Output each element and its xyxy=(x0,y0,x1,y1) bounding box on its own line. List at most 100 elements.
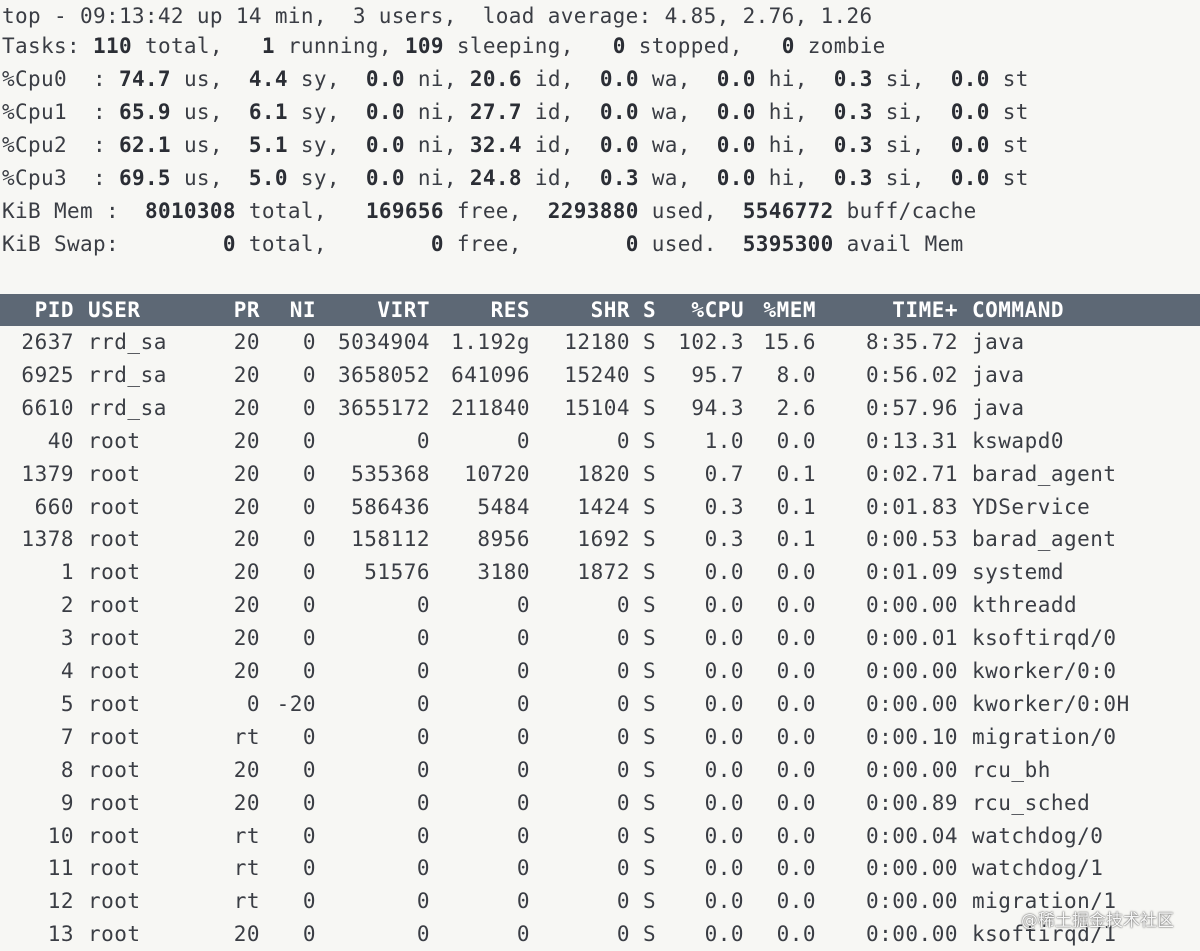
row-pr: 20 xyxy=(233,790,260,815)
header-cpu[interactable]: %CPU xyxy=(668,294,744,326)
table-row[interactable]: 4 root 20 0 0 0 0 S 0.0 0.0 0:00.00 kworker/0:0 xyxy=(0,655,1200,688)
cpu-ni-value: 0.0 xyxy=(365,166,405,190)
mem-line: KiB Mem : 8010308 total, 169656 free, 22… xyxy=(2,195,977,228)
row-pr: 20 xyxy=(233,461,260,486)
header-user[interactable]: USER xyxy=(88,294,178,326)
header-pr[interactable]: PR xyxy=(214,294,260,326)
tasks-line: Tasks: 110 total, 1 running, 109 sleepin… xyxy=(2,30,886,63)
row-ni: 0 xyxy=(302,362,316,387)
cpu-id-unit: id, xyxy=(534,166,574,190)
row-shr: 0 xyxy=(616,428,630,453)
row-mem: 0.0 xyxy=(776,593,816,618)
row-res: 0 xyxy=(516,593,530,618)
row-user: root xyxy=(88,560,141,585)
header-mem[interactable]: %MEM xyxy=(752,294,816,326)
table-row[interactable]: 7 root rt 0 0 0 0 S 0.0 0.0 0:00.10 migration/0 xyxy=(0,721,1200,754)
row-shr: 0 xyxy=(616,757,630,782)
row-res: 0 xyxy=(516,790,530,815)
row-res: 0 xyxy=(516,626,530,651)
table-row[interactable]: 1 root 20 0 51576 3180 1872 S 0.0 0.0 0:01.09 syste… xyxy=(0,556,1200,589)
table-row[interactable]: 10 root rt 0 0 0 0 S 0.0 0.0 0:00.04 watchdog/0 xyxy=(0,820,1200,853)
table-row[interactable]: 6925 rrd_sa 20 0 3658052 641096 15240 S 95.7 8.0 0… xyxy=(0,359,1200,392)
row-command: kthreadd xyxy=(972,593,1078,618)
tasks-label: Tasks: xyxy=(2,34,80,58)
table-row[interactable]: 5 root 0 -20 0 0 0 S 0.0 0.0 0:00.00 kworker/0:0H xyxy=(0,688,1200,721)
cpu-hi-value: 0.0 xyxy=(716,100,756,124)
row-cpu: 1.0 xyxy=(704,428,744,453)
cpu-wa-value: 0.0 xyxy=(599,100,639,124)
cpu-si-value: 0.3 xyxy=(833,67,873,91)
row-virt: 0 xyxy=(416,593,430,618)
row-res: 641096 xyxy=(451,362,530,387)
row-pid: 1 xyxy=(60,560,74,585)
table-row[interactable]: 13 root 20 0 0 0 0 S 0.0 0.0 0:00.00 ksoftirqd/1 xyxy=(0,918,1200,951)
row-state: S xyxy=(643,593,657,618)
tasks-running: 1 xyxy=(261,34,275,58)
header-command[interactable]: COMMAND xyxy=(972,294,1172,326)
header-time[interactable]: TIME+ xyxy=(840,294,958,326)
row-pr: rt xyxy=(233,823,260,848)
table-row[interactable]: 1379 root 20 0 535368 10720 1820 S 0.7 0.1 0:02.71… xyxy=(0,458,1200,491)
header-virt[interactable]: VIRT xyxy=(322,294,430,326)
row-time: 0:00.00 xyxy=(865,922,958,947)
mem-cache-label: buff/cache xyxy=(846,199,977,223)
cpu-si-value: 0.3 xyxy=(833,133,873,157)
table-row[interactable]: 1378 root 20 0 158112 8956 1692 S 0.3 0.1 0:00.53 b… xyxy=(0,523,1200,556)
row-mem: 15.6 xyxy=(763,330,816,354)
row-state: S xyxy=(643,494,657,519)
row-pr: 20 xyxy=(233,527,260,552)
row-state: S xyxy=(643,461,657,486)
row-pr: 20 xyxy=(233,330,260,354)
row-virt: 0 xyxy=(416,823,430,848)
row-mem: 8.0 xyxy=(776,362,816,387)
row-time: 0:57.96 xyxy=(865,395,958,420)
table-row[interactable]: 6610 rrd_sa 20 0 3655172 211840 15104 S 94.3 2.6 0… xyxy=(0,392,1200,425)
row-ni: -20 xyxy=(276,691,316,716)
row-ni: 0 xyxy=(302,790,316,815)
cpu-st-value: 0.0 xyxy=(950,67,990,91)
uptime-line: top - 09:13:42 up 14 min, 3 users, load … xyxy=(2,4,873,28)
tasks-zombie-label: zombie xyxy=(807,34,886,58)
cpu-si-unit: si, xyxy=(885,100,925,124)
cpu-id-value: 32.4 xyxy=(469,133,522,157)
row-shr: 0 xyxy=(616,823,630,848)
cpu-wa-unit: wa, xyxy=(651,166,691,190)
row-pid: 2 xyxy=(60,593,74,618)
cpu-line: %Cpu0 : 74.7 us, 4.4 sy, 0.0 ni, 20.6 id… xyxy=(2,63,1029,96)
table-row[interactable]: 660 root 20 0 586436 5484 1424 S 0.3 0.1 0:01.83 YD… xyxy=(0,491,1200,524)
cpu-wa-unit: wa, xyxy=(651,67,691,91)
row-pr: rt xyxy=(233,889,260,914)
header-state[interactable]: S xyxy=(643,294,663,326)
cpu-hi-unit: hi, xyxy=(768,100,808,124)
row-time: 0:00.10 xyxy=(865,724,958,749)
table-row[interactable]: 9 root 20 0 0 0 0 S 0.0 0.0 0:00.89 rcu_sched xyxy=(0,787,1200,820)
row-mem: 0.0 xyxy=(776,922,816,947)
cpu-st-unit: st xyxy=(1002,67,1029,91)
cpu-line: %Cpu3 : 69.5 us, 5.0 sy, 0.0 ni, 24.8 id… xyxy=(2,162,1029,195)
row-pid: 11 xyxy=(47,856,74,881)
mem-total-label: total, xyxy=(248,199,327,223)
cpu-ni-value: 0.0 xyxy=(365,133,405,157)
header-shr[interactable]: SHR xyxy=(540,294,630,326)
top-terminal[interactable]: top - 09:13:42 up 14 min, 3 users, load … xyxy=(0,0,1200,951)
table-row[interactable]: 2637 rrd_sa 20 0 5034904 1.192g 12180 S 102.3 15.… xyxy=(0,326,1200,359)
table-row[interactable]: 12 root rt 0 0 0 0 S 0.0 0.0 0:00.00 migration/1 xyxy=(0,885,1200,918)
row-shr: 15104 xyxy=(564,395,630,420)
row-cpu: 0.0 xyxy=(704,626,744,651)
cpu-us-value: 69.5 xyxy=(118,166,171,190)
table-row[interactable]: 3 root 20 0 0 0 0 S 0.0 0.0 0:00.01 ksoftirqd/0 xyxy=(0,622,1200,655)
header-res[interactable]: RES xyxy=(436,294,530,326)
cpu-si-value: 0.3 xyxy=(833,166,873,190)
cpu-line: %Cpu1 : 65.9 us, 6.1 sy, 0.0 ni, 27.7 id… xyxy=(2,96,1029,129)
cpu-line: %Cpu2 : 62.1 us, 5.1 sy, 0.0 ni, 32.4 id… xyxy=(2,129,1029,162)
row-mem: 0.0 xyxy=(776,659,816,683)
row-command: barad_agent xyxy=(972,527,1117,552)
header-ni[interactable]: NI xyxy=(268,294,316,326)
table-row[interactable]: 8 root 20 0 0 0 0 S 0.0 0.0 0:00.00 rcu_bh xyxy=(0,754,1200,787)
table-row[interactable]: 2 root 20 0 0 0 0 S 0.0 0.0 0:00.00 kthreadd xyxy=(0,589,1200,622)
header-pid[interactable]: PID xyxy=(0,294,74,326)
row-time: 0:13.31 xyxy=(865,428,958,453)
table-row[interactable]: 40 root 20 0 0 0 0 S 1.0 0.0 0:13.31 kswapd0 xyxy=(0,425,1200,458)
row-command: YDService xyxy=(972,494,1091,519)
table-row[interactable]: 11 root rt 0 0 0 0 S 0.0 0.0 0:00.00 watchdog/1 xyxy=(0,852,1200,885)
